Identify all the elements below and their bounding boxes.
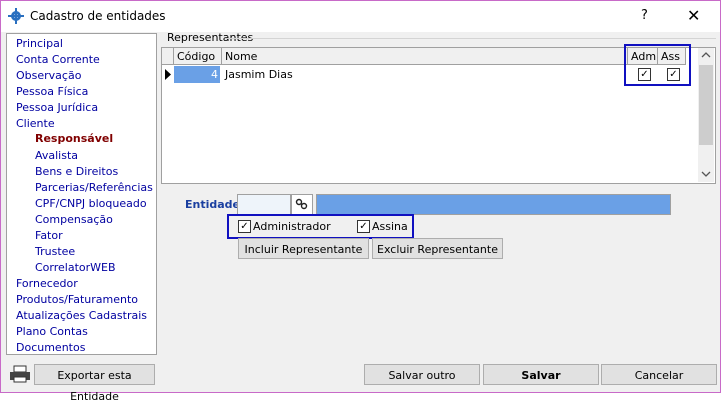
administrador-label: Administrador	[253, 220, 331, 233]
grid-scrollbar[interactable]	[698, 48, 714, 182]
sidebar-item-responsavel[interactable]: Responsável	[35, 132, 113, 145]
salvar-button[interactable]: Salvar	[483, 364, 599, 385]
sidebar-item-pessoa-fisica[interactable]: Pessoa Física	[16, 85, 88, 98]
column-header-codigo[interactable]: Código	[174, 48, 222, 65]
help-button[interactable]: ?	[641, 8, 648, 23]
gear-icon	[8, 8, 24, 24]
sidebar-item-conta-corrente[interactable]: Conta Corrente	[16, 53, 100, 66]
window-title: Cadastro de entidades	[30, 9, 166, 23]
sidebar-item-correlatorweb[interactable]: CorrelatorWEB	[35, 261, 116, 274]
sidebar-item-fator[interactable]: Fator	[35, 229, 63, 242]
sidebar-item-pessoa-juridica[interactable]: Pessoa Jurídica	[16, 101, 98, 114]
sidebar-item-bens-direitos[interactable]: Bens e Direitos	[35, 165, 118, 178]
sidebar-item-principal[interactable]: Principal	[16, 37, 63, 50]
table-row-nome[interactable]: Jasmim Dias	[222, 66, 622, 83]
sidebar-item-avalista[interactable]: Avalista	[35, 149, 78, 162]
close-button[interactable]: ✕	[687, 6, 700, 25]
row-indicator-header	[162, 48, 174, 65]
scroll-thumb[interactable]	[699, 65, 713, 145]
exportar-entidade-button[interactable]: Exportar esta Entidade	[34, 364, 155, 403]
column-header-nome[interactable]: Nome	[222, 48, 628, 65]
sidebar-item-observacao[interactable]: Observação	[16, 69, 81, 82]
cancelar-button[interactable]: Cancelar	[601, 364, 717, 385]
sidebar-item-atualizacoes[interactable]: Atualizações Cadastrais	[16, 309, 147, 322]
footer-bar: Exportar esta Entidade Salvar outro Salv…	[1, 356, 720, 403]
lookup-button[interactable]	[291, 194, 313, 215]
current-row-indicator-icon	[165, 69, 171, 80]
sidebar-item-trustee[interactable]: Trustee	[35, 245, 75, 258]
sidebar-item-cliente[interactable]: Cliente	[16, 117, 55, 130]
assina-checkbox[interactable]: ✓	[357, 220, 370, 233]
sidebar: Principal Conta Corrente Observação Pess…	[6, 33, 157, 355]
sidebar-item-documentos[interactable]: Documentos	[16, 341, 85, 354]
incluir-representante-button[interactable]: Incluir Representante	[238, 238, 369, 259]
entidade-code-input[interactable]	[237, 194, 291, 215]
sidebar-item-plano-contas[interactable]: Plano Contas	[16, 325, 88, 338]
assina-label: Assina	[372, 220, 408, 233]
link-icon	[295, 198, 308, 210]
sidebar-item-cpf-cnpj[interactable]: CPF/CNPJ bloqueado	[35, 197, 147, 210]
entidade-name-field[interactable]	[316, 194, 671, 215]
sidebar-item-parcerias[interactable]: Parcerias/Referências	[35, 181, 153, 194]
administrador-checkbox[interactable]: ✓	[238, 220, 251, 233]
scroll-up-icon[interactable]	[701, 51, 711, 59]
sidebar-item-compensacao[interactable]: Compensação	[35, 213, 113, 226]
entidade-label: Entidade	[185, 198, 241, 211]
scroll-down-icon[interactable]	[701, 170, 711, 178]
salvar-outro-button[interactable]: Salvar outro	[364, 364, 480, 385]
group-divider	[226, 38, 716, 39]
adm-ass-highlight	[624, 44, 691, 86]
printer-icon[interactable]	[9, 365, 31, 383]
title-bar: Cadastro de entidades ? ✕	[1, 1, 720, 32]
table-row-codigo[interactable]: 4	[174, 66, 220, 83]
sidebar-item-produtos[interactable]: Produtos/Faturamento	[16, 293, 138, 306]
excluir-representante-button[interactable]: Excluir Representante	[372, 238, 503, 259]
dialog-window: Cadastro de entidades ? ✕ Principal Cont…	[0, 0, 721, 403]
sidebar-item-fornecedor[interactable]: Fornecedor	[16, 277, 78, 290]
